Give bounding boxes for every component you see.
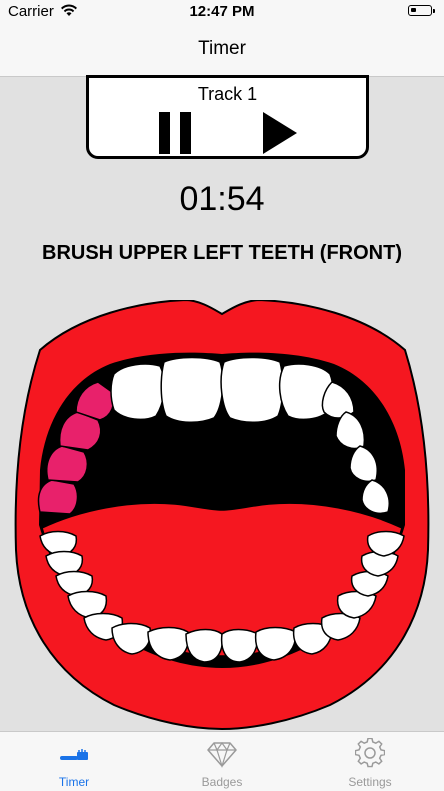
nav-title: Timer bbox=[198, 38, 246, 59]
gear-icon bbox=[355, 738, 385, 768]
tab-badges[interactable]: Badges bbox=[148, 732, 296, 791]
tab-settings[interactable]: Settings bbox=[296, 732, 444, 791]
diamond-icon bbox=[207, 741, 237, 768]
tab-timer-label: Timer bbox=[58, 775, 90, 789]
tab-timer[interactable]: Timer bbox=[0, 732, 148, 791]
navigation-bar: Timer bbox=[0, 22, 444, 77]
toothbrush-icon bbox=[60, 749, 88, 760]
tab-badges-label: Badges bbox=[201, 775, 243, 789]
tab-settings-label: Settings bbox=[348, 775, 392, 789]
play-button[interactable] bbox=[263, 112, 297, 154]
tab-bar: Timer Badges Settings bbox=[0, 731, 444, 791]
brushing-instruction: BRUSH UPPER LEFT TEETH (FRONT) bbox=[42, 242, 402, 264]
pause-button[interactable] bbox=[159, 112, 191, 154]
mouth-illustration bbox=[14, 300, 430, 731]
pause-icon bbox=[159, 112, 170, 154]
status-bar: Carrier 12:47 PM bbox=[0, 0, 444, 22]
battery-icon bbox=[408, 5, 435, 16]
play-icon bbox=[263, 112, 297, 154]
countdown-timer: 01:54 bbox=[179, 180, 265, 218]
music-player: Track 1 bbox=[86, 75, 369, 159]
track-label: Track 1 bbox=[197, 84, 258, 104]
status-time: 12:47 PM bbox=[189, 3, 255, 20]
